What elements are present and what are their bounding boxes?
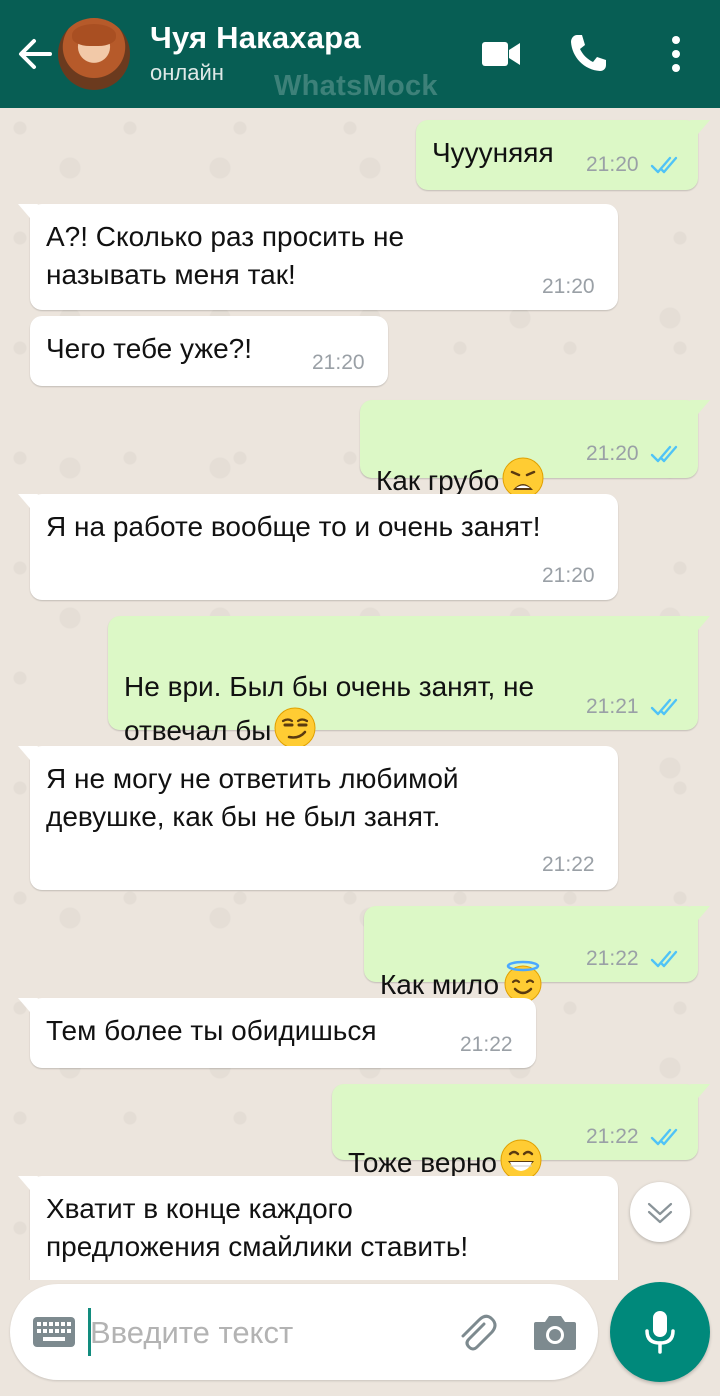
- message-time: 21:20: [542, 564, 595, 587]
- app-watermark: WhatsMock: [274, 70, 438, 102]
- message-incoming[interactable]: Чего тебе уже?! 21:20: [30, 316, 388, 386]
- bubble-tail: [18, 204, 38, 218]
- message-time: 21:22: [586, 1125, 639, 1148]
- read-ticks-icon: [650, 698, 678, 716]
- message-text: Хватит в конце каждого предложения смайл…: [46, 1193, 469, 1262]
- smirking-face-icon: [274, 707, 316, 749]
- bubble-tail: [18, 746, 38, 760]
- message-outgoing[interactable]: Как грубо 21:20: [360, 400, 710, 499]
- message-text-content: Как грубо: [376, 465, 500, 496]
- message-text: Чуууняяя: [432, 137, 554, 168]
- message-incoming[interactable]: Хватит в конце каждого предложения смайл…: [18, 1176, 618, 1280]
- message-text: Я на работе вообще то и очень занят!: [46, 511, 541, 542]
- message-outgoing[interactable]: Чуууняяя 21:20: [416, 120, 710, 190]
- read-ticks-icon: [650, 1128, 678, 1146]
- message-incoming[interactable]: А?! Сколько раз просить не называть меня…: [18, 204, 618, 310]
- message-list[interactable]: Чуууняяя 21:20 А?! Сколько раз просить н…: [0, 108, 720, 1280]
- message-time: 21:22: [586, 947, 639, 970]
- back-arrow-icon[interactable]: [14, 32, 54, 76]
- keyboard-icon[interactable]: [32, 1316, 76, 1348]
- message-time: 21:22: [542, 853, 595, 876]
- video-call-icon[interactable]: [480, 34, 522, 74]
- more-options-icon[interactable]: [664, 32, 688, 76]
- chat-header: Чуя Накахара онлайн WhatsMock: [0, 0, 720, 108]
- read-ticks-icon: [650, 950, 678, 968]
- message-text: Как мило: [380, 922, 545, 1004]
- message-text-content: Тоже верно: [348, 1147, 497, 1178]
- bubble-tail: [690, 400, 710, 414]
- message-text: Я не могу не ответить любимой девушке, к…: [46, 763, 459, 832]
- message-incoming[interactable]: Я не могу не ответить любимой девушке, к…: [18, 746, 618, 890]
- bubble-tail: [690, 1084, 710, 1098]
- message-text: Чего тебе уже?!: [46, 333, 252, 364]
- message-text: Тоже верно: [348, 1100, 543, 1182]
- message-time: 21:20: [586, 442, 639, 465]
- message-incoming[interactable]: Тем более ты обидишься 21:22: [18, 998, 536, 1068]
- double-chevron-down-icon: [647, 1202, 673, 1224]
- bubble-tail: [18, 1176, 38, 1190]
- read-ticks-icon: [650, 445, 678, 463]
- message-text-content: Как мило: [380, 969, 500, 1000]
- message-time: 21:20: [542, 275, 595, 298]
- message-input[interactable]: [90, 1314, 430, 1352]
- microphone-icon: [645, 1311, 675, 1354]
- message-outgoing[interactable]: Тоже верно 21:22: [332, 1084, 710, 1181]
- bubble-tail: [18, 998, 38, 1012]
- scroll-to-bottom-button[interactable]: [630, 1182, 690, 1242]
- bubble-tail: [18, 494, 38, 508]
- message-text: Тем более ты обидишься: [46, 1015, 377, 1046]
- message-text: Не ври. Был бы очень занят, не отвечал б…: [124, 630, 534, 750]
- phone-call-icon[interactable]: [568, 32, 608, 74]
- message-time: 21:21: [586, 695, 639, 718]
- message-composer: [10, 1284, 598, 1380]
- contact-name[interactable]: Чуя Накахара: [150, 20, 361, 56]
- message-incoming[interactable]: Я на работе вообще то и очень занят! 21:…: [18, 494, 618, 600]
- contact-avatar[interactable]: [58, 18, 130, 90]
- voice-record-button[interactable]: [610, 1282, 710, 1382]
- message-time: 21:22: [460, 1033, 513, 1056]
- attach-paperclip-icon[interactable]: [454, 1310, 498, 1354]
- message-text-content: Не ври. Был бы очень занят, не отвечал б…: [124, 671, 535, 746]
- message-outgoing[interactable]: Не ври. Был бы очень занят, не отвечал б…: [108, 616, 710, 749]
- message-outgoing[interactable]: Как мило 21:22: [364, 906, 710, 1003]
- camera-icon[interactable]: [532, 1312, 578, 1352]
- message-time: 21:20: [312, 351, 365, 374]
- message-text: Как грубо: [376, 418, 545, 500]
- contact-status: онлайн: [150, 60, 224, 85]
- message-text: А?! Сколько раз просить не называть меня…: [46, 221, 405, 290]
- read-ticks-icon: [650, 156, 678, 174]
- bubble-tail: [690, 120, 710, 134]
- bubble-tail: [690, 616, 710, 630]
- bubble-tail: [690, 906, 710, 920]
- message-time: 21:20: [586, 153, 639, 176]
